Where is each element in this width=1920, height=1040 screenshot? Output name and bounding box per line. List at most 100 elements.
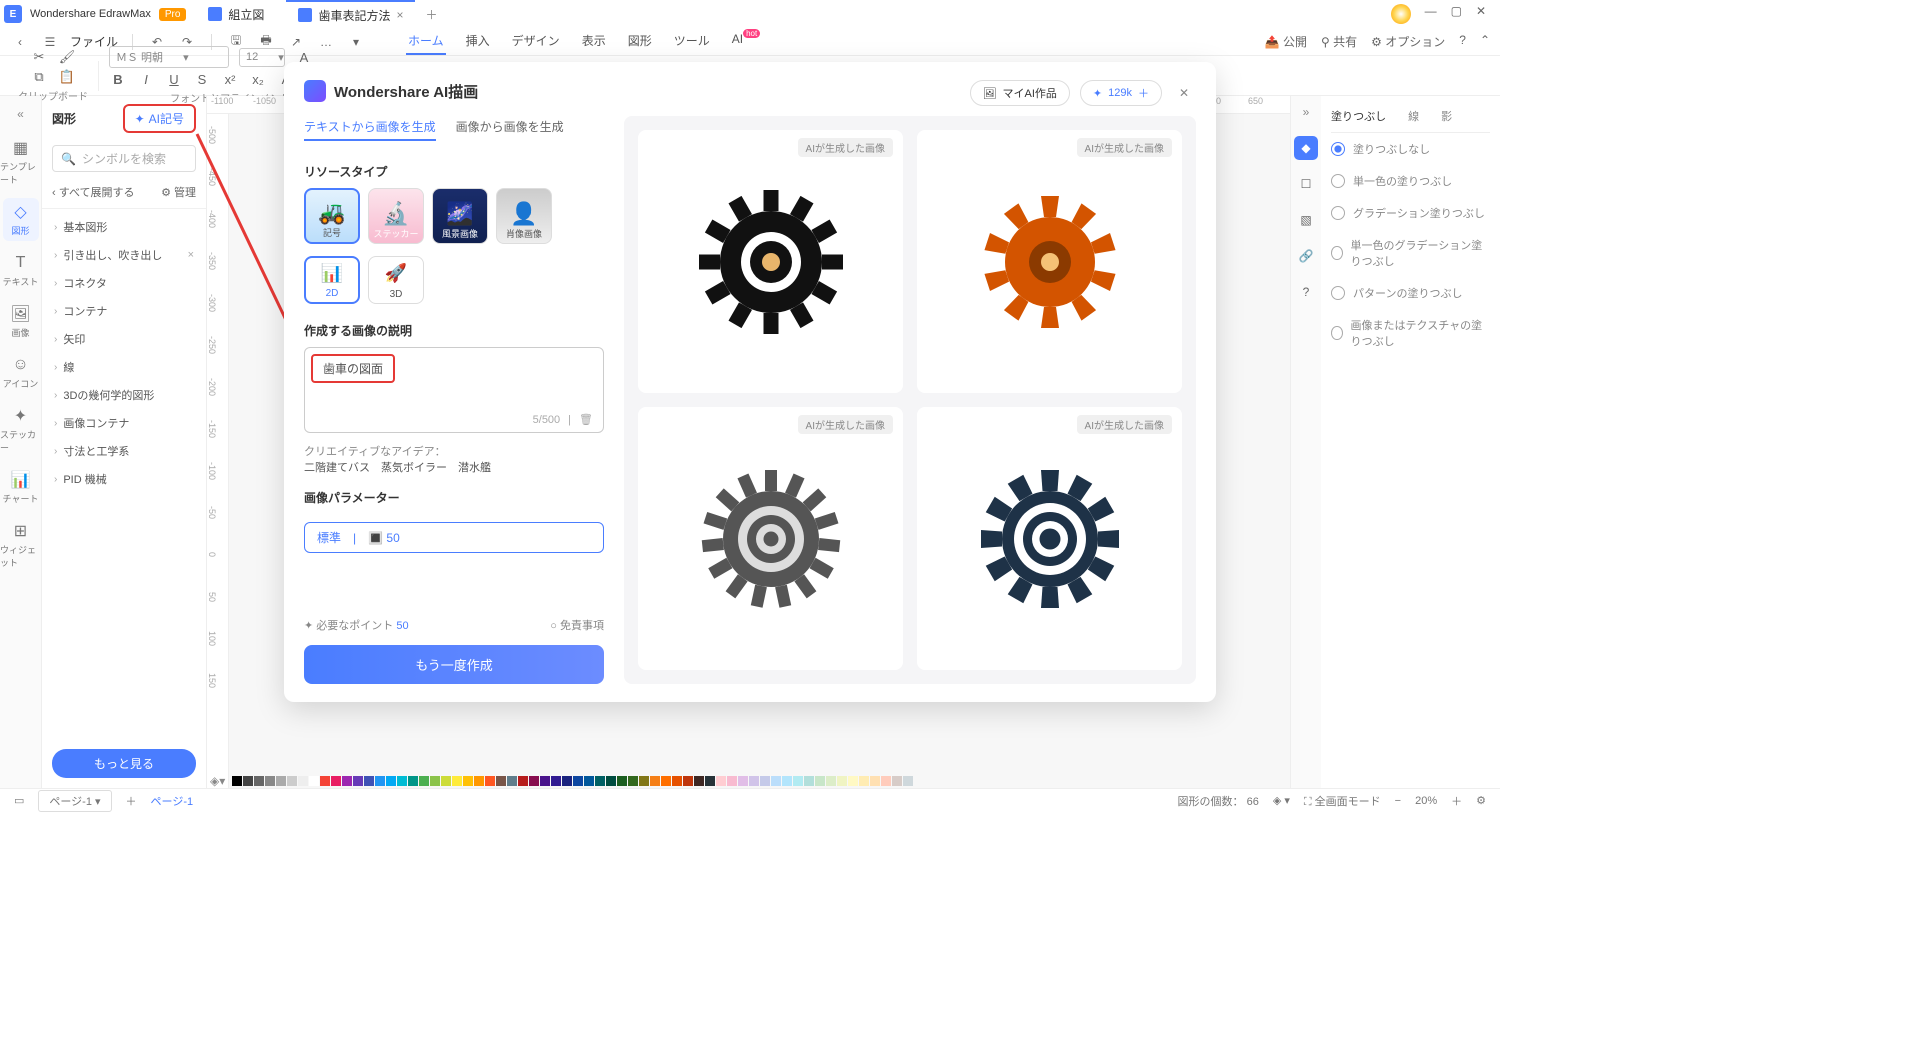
fill-option-solid[interactable]: 単一色の塗りつぶし xyxy=(1331,165,1490,197)
help-icon[interactable]: ? xyxy=(1459,33,1466,50)
dimension-3d[interactable]: 🚀3D xyxy=(368,256,424,304)
fill-option-image[interactable]: 画像またはテクスチャの塗りつぶし xyxy=(1331,309,1490,357)
ai-symbol-button[interactable]: ✦ AI記号 xyxy=(123,104,196,133)
add-page-button[interactable]: ＋ xyxy=(126,793,137,809)
dialog-tab-text2image[interactable]: テキストから画像を生成 xyxy=(304,118,436,141)
disclaimer-link[interactable]: ○ 免責事項 xyxy=(550,617,604,633)
paste-icon[interactable]: 📋 xyxy=(58,68,76,86)
sidebar-item-widget[interactable]: ⊞ウィジェット xyxy=(0,517,41,573)
color-swatch[interactable] xyxy=(903,776,913,786)
color-swatch[interactable] xyxy=(265,776,275,786)
collapse-ribbon-icon[interactable]: ⌃ xyxy=(1480,33,1490,50)
color-swatch[interactable] xyxy=(518,776,528,786)
color-swatch[interactable] xyxy=(826,776,836,786)
color-swatch[interactable] xyxy=(419,776,429,786)
manage-button[interactable]: ⚙ 管理 xyxy=(161,184,196,200)
shape-category[interactable]: 画像コンテナ xyxy=(42,409,206,437)
back-button[interactable]: ‹ xyxy=(10,35,30,49)
options-button[interactable]: ⚙ オプション xyxy=(1371,33,1445,50)
color-swatch[interactable] xyxy=(650,776,660,786)
color-swatch[interactable] xyxy=(507,776,517,786)
help-panel-icon[interactable]: ? xyxy=(1294,280,1318,304)
color-swatch[interactable] xyxy=(573,776,583,786)
theme-dropdown-icon[interactable]: ◈▾ xyxy=(210,774,225,788)
layers-icon[interactable]: ◈ ▾ xyxy=(1273,794,1290,807)
underline-icon[interactable]: U xyxy=(165,70,183,88)
color-swatch[interactable] xyxy=(320,776,330,786)
color-swatch[interactable] xyxy=(716,776,726,786)
color-swatch[interactable] xyxy=(639,776,649,786)
color-swatch[interactable] xyxy=(309,776,319,786)
shape-category[interactable]: 矢印 xyxy=(42,325,206,353)
page-tab[interactable]: ページ-1 xyxy=(151,793,194,809)
fullscreen-button[interactable]: ⛶ 全画面モード xyxy=(1304,793,1381,809)
prompt-textarea[interactable]: 歯車の図面 5/500 | 🗑 xyxy=(304,347,604,433)
fill-option-none[interactable]: 塗りつぶしなし xyxy=(1331,133,1490,165)
tab-line[interactable]: 線 xyxy=(1408,108,1419,124)
zoom-level[interactable]: 20% xyxy=(1415,795,1437,807)
fill-option-pattern[interactable]: パターンの塗りつぶし xyxy=(1331,277,1490,309)
expand-all-button[interactable]: ‹ すべて展開する xyxy=(52,184,135,200)
delete-icon[interactable]: 🗑 xyxy=(579,413,593,426)
resource-type-sticker[interactable]: 🔬ステッカー xyxy=(368,188,424,244)
shape-category[interactable]: コネクタ xyxy=(42,269,206,297)
color-swatch-row[interactable]: ◈▾ xyxy=(210,774,1480,788)
sidebar-collapse-icon[interactable]: « xyxy=(6,102,36,126)
color-swatch[interactable] xyxy=(760,776,770,786)
celebration-icon[interactable] xyxy=(1391,4,1411,24)
color-swatch[interactable] xyxy=(353,776,363,786)
close-button[interactable]: ✕ xyxy=(1476,4,1486,24)
color-swatch[interactable] xyxy=(386,776,396,786)
dialog-tab-image2image[interactable]: 画像から画像を生成 xyxy=(456,118,564,141)
ribbon-tab-view[interactable]: 表示 xyxy=(580,28,608,55)
color-swatch[interactable] xyxy=(540,776,550,786)
zoom-out-button[interactable]: − xyxy=(1395,795,1401,807)
subscript-icon[interactable]: x₂ xyxy=(249,70,267,88)
copy-icon[interactable]: ⧉ xyxy=(30,68,48,86)
shape-category[interactable]: 引き出し、吹き出し xyxy=(42,241,206,269)
color-swatch[interactable] xyxy=(441,776,451,786)
link-panel-icon[interactable]: 🔗 xyxy=(1294,244,1318,268)
share-button[interactable]: ⚲ 共有 xyxy=(1321,33,1357,50)
credits-chip[interactable]: ✦ 129k ＋ xyxy=(1080,80,1162,106)
creative-keywords[interactable]: 二階建てバス 蒸気ボイラー 潜水艦 xyxy=(304,462,491,474)
color-swatch[interactable] xyxy=(551,776,561,786)
color-swatch[interactable] xyxy=(870,776,880,786)
color-swatch[interactable] xyxy=(749,776,759,786)
color-swatch[interactable] xyxy=(606,776,616,786)
ribbon-tab-ai[interactable]: AIhot xyxy=(730,28,762,55)
color-swatch[interactable] xyxy=(881,776,891,786)
color-swatch[interactable] xyxy=(276,776,286,786)
color-swatch[interactable] xyxy=(529,776,539,786)
resource-type-symbol[interactable]: 🚜記号 xyxy=(304,188,360,244)
minimize-button[interactable]: — xyxy=(1425,4,1437,24)
new-tab-button[interactable]: ＋ xyxy=(425,6,437,23)
format-painter-icon[interactable]: 🖌 xyxy=(58,48,76,66)
more-button[interactable]: もっと見る xyxy=(52,749,196,778)
ribbon-tab-insert[interactable]: 挿入 xyxy=(464,28,492,55)
font-size-select[interactable]: 12▾ xyxy=(239,48,285,67)
color-swatch[interactable] xyxy=(771,776,781,786)
doc-tab-0[interactable]: 組立図 xyxy=(196,0,276,28)
my-ai-works-button[interactable]: 🖼 マイAI作品 xyxy=(970,80,1070,106)
sidebar-item-text[interactable]: Tテキスト xyxy=(3,249,39,292)
page-select[interactable]: ページ-1 ▾ xyxy=(38,790,111,812)
generated-image-1[interactable]: AIが生成した画像 xyxy=(638,130,903,393)
color-swatch[interactable] xyxy=(287,776,297,786)
shape-category[interactable]: 寸法と工学系 xyxy=(42,437,206,465)
color-swatch[interactable] xyxy=(617,776,627,786)
color-swatch[interactable] xyxy=(375,776,385,786)
color-swatch[interactable] xyxy=(254,776,264,786)
sidebar-item-image[interactable]: 🖼画像 xyxy=(11,300,31,343)
symbol-search-input[interactable]: 🔍 シンボルを検索 xyxy=(52,145,196,172)
shape-category[interactable]: PID 機械 xyxy=(42,465,206,493)
color-swatch[interactable] xyxy=(408,776,418,786)
publish-button[interactable]: 📤 公開 xyxy=(1265,33,1307,50)
pages-panel-icon[interactable]: ▭ xyxy=(14,794,24,807)
color-swatch[interactable] xyxy=(496,776,506,786)
color-swatch[interactable] xyxy=(782,776,792,786)
color-swatch[interactable] xyxy=(342,776,352,786)
dimension-2d[interactable]: 📊2D xyxy=(304,256,360,304)
strike-icon[interactable]: S xyxy=(193,70,211,88)
sidebar-item-template[interactable]: ▦テンプレート xyxy=(0,134,41,190)
